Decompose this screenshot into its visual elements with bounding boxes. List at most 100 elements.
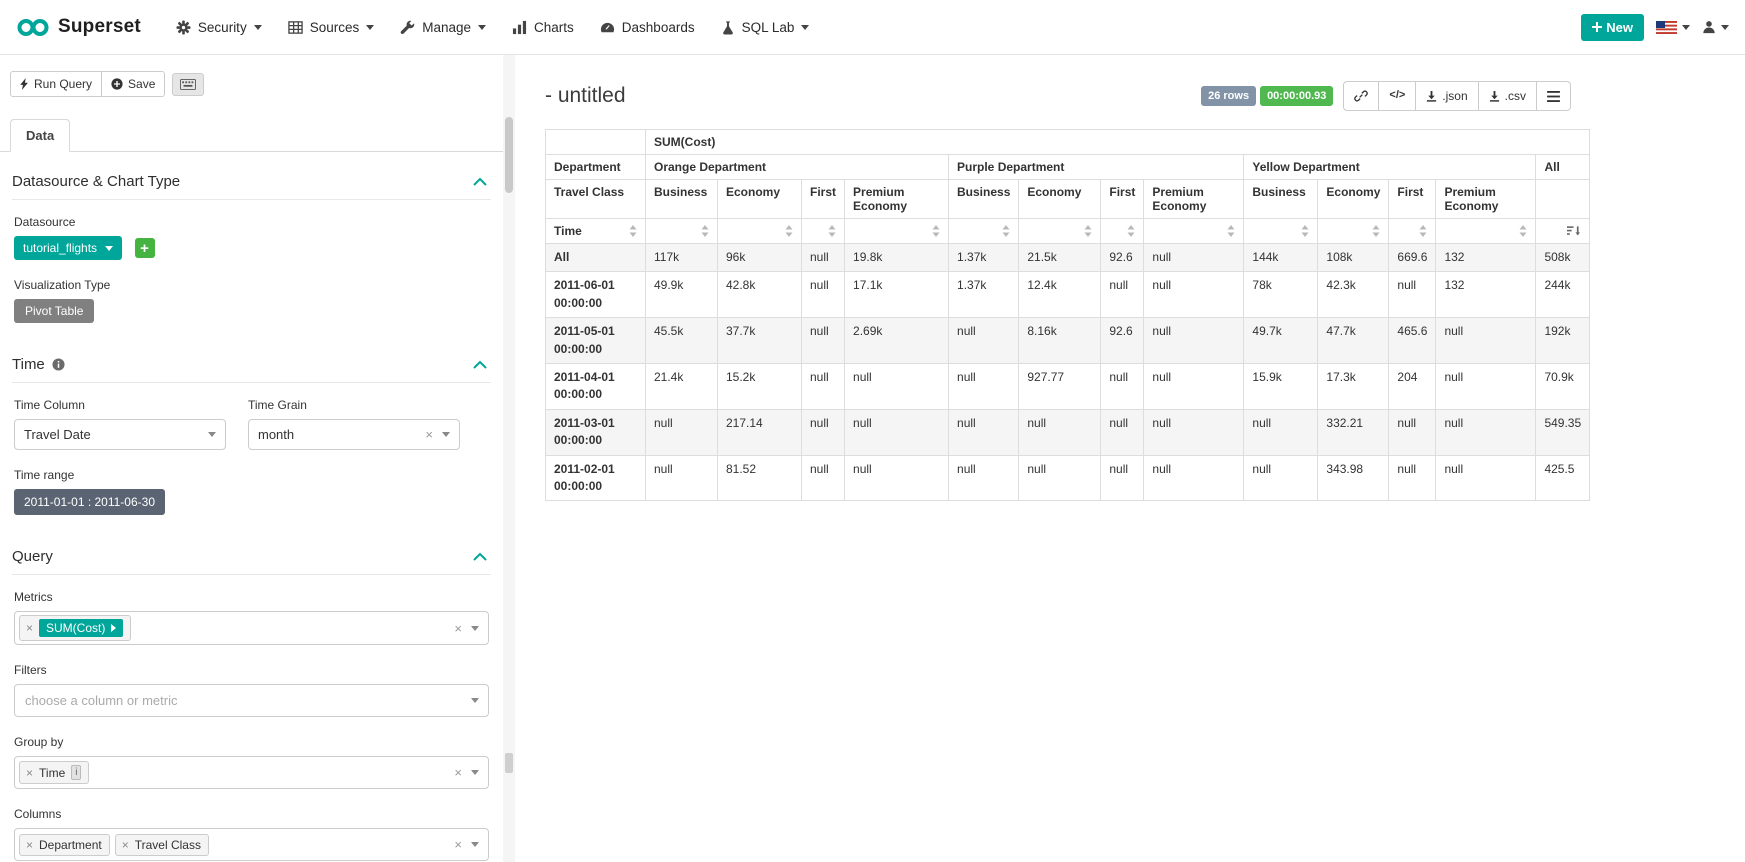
caret-right-icon bbox=[111, 624, 116, 632]
scrollbar-end-block[interactable] bbox=[505, 753, 513, 773]
column-chip[interactable]: × Department bbox=[19, 834, 110, 856]
time-range-button[interactable]: 2011-01-01 : 2011-06-30 bbox=[14, 489, 165, 515]
chevron-down-icon bbox=[1721, 25, 1729, 30]
clear-icon[interactable]: × bbox=[425, 428, 433, 441]
section-datasource: Datasource & Chart Type Datasource tutor… bbox=[12, 166, 491, 323]
column-sort-header[interactable] bbox=[1389, 219, 1436, 244]
nav-item-charts[interactable]: Charts bbox=[499, 0, 587, 54]
clear-icon[interactable]: × bbox=[454, 766, 462, 779]
export-csv-button[interactable]: .csv bbox=[1479, 81, 1537, 111]
nav-item-security[interactable]: Security bbox=[163, 0, 275, 54]
chart-menu-button[interactable] bbox=[1537, 81, 1571, 111]
time-grain-select[interactable]: month × bbox=[248, 419, 460, 450]
pivot-value-cell: null bbox=[845, 409, 949, 455]
pivot-value-cell: 15.9k bbox=[1244, 363, 1318, 409]
new-button-label: New bbox=[1606, 20, 1633, 35]
clear-icon[interactable]: × bbox=[454, 622, 462, 635]
link-icon bbox=[1354, 89, 1368, 103]
tab-data[interactable]: Data bbox=[10, 119, 70, 152]
chevron-down-icon bbox=[254, 25, 262, 30]
column-sort-header[interactable] bbox=[949, 219, 1019, 244]
remove-chip-icon[interactable]: × bbox=[122, 839, 129, 851]
user-menu[interactable] bbox=[1702, 20, 1729, 34]
metrics-select[interactable]: × SUM(Cost) × bbox=[14, 611, 489, 645]
column-sort-header[interactable] bbox=[1244, 219, 1318, 244]
travel-class-row-label: Travel Class bbox=[546, 180, 646, 219]
metric-chip-inner[interactable]: SUM(Cost) bbox=[39, 619, 123, 637]
add-datasource-button[interactable]: + bbox=[135, 238, 155, 258]
columns-select[interactable]: × Department × Travel Class × bbox=[14, 828, 489, 861]
travel-class-header: First bbox=[802, 180, 845, 219]
metric-chip-label: SUM(Cost) bbox=[46, 621, 105, 635]
pivot-value-cell: 144k bbox=[1244, 244, 1318, 272]
groupby-select[interactable]: × Time i × bbox=[14, 756, 489, 789]
embed-code-button[interactable]: </> bbox=[1379, 81, 1416, 111]
groupby-chip[interactable]: × Time i bbox=[19, 761, 89, 784]
nav-item-sources[interactable]: Sources bbox=[275, 0, 388, 54]
section-query-header[interactable]: Query bbox=[12, 541, 491, 575]
pivot-value-cell: 425.5 bbox=[1536, 455, 1590, 501]
column-sort-header[interactable] bbox=[1144, 219, 1244, 244]
pivot-value-cell: 19.8k bbox=[845, 244, 949, 272]
scrollbar-thumb[interactable] bbox=[505, 117, 513, 193]
viz-type-select[interactable]: Pivot Table bbox=[14, 299, 94, 323]
new-button[interactable]: New bbox=[1581, 14, 1644, 41]
column-sort-header[interactable] bbox=[802, 219, 845, 244]
pivot-value-cell: null bbox=[1244, 409, 1318, 455]
remove-metric-icon[interactable]: × bbox=[26, 622, 33, 634]
table-icon bbox=[288, 20, 303, 35]
remove-chip-icon[interactable]: × bbox=[26, 767, 33, 779]
info-icon[interactable]: i bbox=[71, 765, 81, 780]
viz-type-label: Visualization Type bbox=[14, 278, 489, 292]
export-json-button[interactable]: .json bbox=[1416, 81, 1478, 111]
time-column-value: Travel Date bbox=[24, 427, 91, 442]
nav-item-label: Manage bbox=[422, 20, 471, 35]
info-icon[interactable] bbox=[52, 358, 65, 371]
section-datasource-header[interactable]: Datasource & Chart Type bbox=[12, 166, 491, 200]
run-query-button[interactable]: Run Query bbox=[10, 71, 102, 97]
column-sort-header[interactable] bbox=[845, 219, 949, 244]
column-sort-header[interactable] bbox=[718, 219, 802, 244]
filters-select[interactable]: choose a column or metric bbox=[14, 684, 489, 717]
datasource-select[interactable]: tutorial_flights bbox=[14, 236, 122, 260]
time-column-select[interactable]: Travel Date bbox=[14, 419, 226, 450]
clear-icon[interactable]: × bbox=[454, 838, 462, 851]
travel-class-header: Economy bbox=[1019, 180, 1101, 219]
pivot-value-cell: 96k bbox=[718, 244, 802, 272]
pivot-value-cell: 17.1k bbox=[845, 272, 949, 318]
superset-logo[interactable]: Superset bbox=[16, 16, 141, 38]
nav-item-sql-lab[interactable]: SQL Lab bbox=[708, 0, 823, 54]
sort-icon bbox=[1301, 225, 1309, 237]
remove-chip-icon[interactable]: × bbox=[26, 839, 33, 851]
section-time-header[interactable]: Time bbox=[12, 349, 491, 383]
wrench-icon bbox=[400, 20, 415, 35]
share-link-button[interactable] bbox=[1343, 81, 1379, 111]
column-sort-header[interactable] bbox=[1436, 219, 1536, 244]
pivot-value-cell: 42.8k bbox=[718, 272, 802, 318]
pivot-value-cell: 343.98 bbox=[1318, 455, 1389, 501]
metric-chip[interactable]: × SUM(Cost) bbox=[19, 615, 131, 641]
pivot-data-row: 2011-06-01 00:00:0049.9k42.8knull17.1k1.… bbox=[546, 272, 1590, 318]
top-navbar: Superset Security Sources Manage Charts … bbox=[0, 0, 1745, 55]
pivot-value-cell: null bbox=[949, 455, 1019, 501]
pivot-value-cell: 204 bbox=[1389, 363, 1436, 409]
language-selector[interactable] bbox=[1656, 21, 1690, 34]
time-sort-header[interactable]: Time bbox=[546, 219, 646, 244]
panel-scrollbar[interactable] bbox=[503, 55, 515, 862]
save-button[interactable]: Save bbox=[102, 71, 165, 97]
keyboard-shortcuts-button[interactable] bbox=[172, 73, 204, 96]
column-sort-header[interactable] bbox=[1019, 219, 1101, 244]
all-sort-header[interactable] bbox=[1536, 219, 1590, 244]
pivot-value-cell: 78k bbox=[1244, 272, 1318, 318]
nav-item-label: Security bbox=[198, 20, 247, 35]
column-sort-header[interactable] bbox=[1101, 219, 1144, 244]
columns-label: Columns bbox=[14, 807, 489, 821]
column-chip[interactable]: × Travel Class bbox=[115, 834, 209, 856]
column-sort-header[interactable] bbox=[646, 219, 718, 244]
section-title: Query bbox=[12, 548, 53, 565]
query-button-group: Run Query Save bbox=[10, 71, 165, 97]
section-title: Time bbox=[12, 356, 45, 373]
nav-item-dashboards[interactable]: Dashboards bbox=[587, 0, 708, 54]
nav-item-manage[interactable]: Manage bbox=[387, 0, 499, 54]
column-sort-header[interactable] bbox=[1318, 219, 1389, 244]
